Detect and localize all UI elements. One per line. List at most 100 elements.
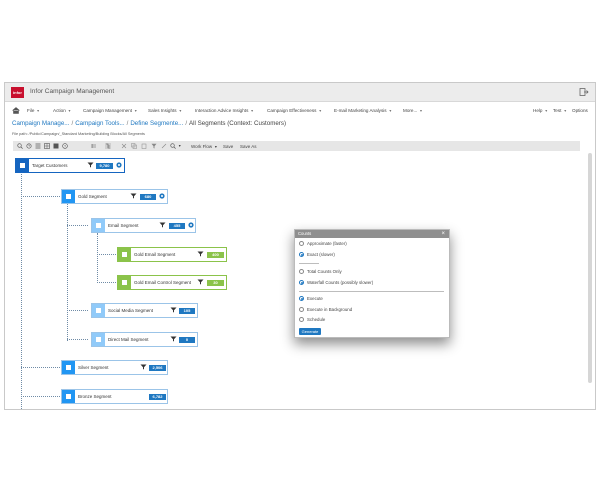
menu-test[interactable]: Test ▼ bbox=[553, 108, 567, 113]
gear-icon[interactable] bbox=[159, 193, 165, 199]
segment-node-gold-email[interactable]: Gold Email Segment 400 bbox=[117, 247, 227, 262]
radio-label: Execute in Background bbox=[307, 307, 353, 312]
save-as-button[interactable]: Save As bbox=[240, 144, 257, 149]
segment-label: Gold Segment bbox=[78, 194, 107, 199]
save-button[interactable]: Save bbox=[223, 144, 233, 149]
hierarchy-icon[interactable] bbox=[105, 143, 111, 149]
menu-action[interactable]: Action ▼ bbox=[53, 108, 71, 113]
menu-action-label: Action bbox=[53, 108, 66, 113]
segment-tile bbox=[118, 276, 131, 289]
tree-connector bbox=[97, 233, 98, 283]
menu-options[interactable]: Options bbox=[572, 108, 588, 113]
funnel-icon[interactable] bbox=[170, 307, 177, 313]
segment-node-social-media[interactable]: Social Media Segment 105 bbox=[91, 303, 198, 318]
menu-more-label: More... bbox=[403, 108, 418, 113]
segment-count-badge: 30 bbox=[207, 279, 224, 286]
radio-circle bbox=[299, 240, 304, 246]
vertical-scrollbar[interactable] bbox=[588, 153, 592, 383]
list-icon[interactable] bbox=[35, 143, 41, 149]
infor-logo: infor bbox=[11, 87, 24, 98]
menu-interaction-advice-insights[interactable]: Interaction Advice Insights ▼ bbox=[195, 108, 254, 113]
segment-node-direct-mail[interactable]: Direct Mail Segment 0 bbox=[91, 332, 198, 347]
funnel-icon[interactable] bbox=[170, 336, 177, 342]
segment-node-bronze[interactable]: Bronze Segment 6,782 bbox=[61, 389, 168, 404]
filter-icon[interactable] bbox=[151, 143, 157, 149]
radio-schedule[interactable]: Schedule bbox=[299, 316, 325, 322]
search-icon[interactable] bbox=[17, 143, 23, 149]
segment-label: Gold Email Segment bbox=[134, 252, 176, 257]
segment-tile bbox=[92, 304, 105, 317]
segment-label: Bronze Segment bbox=[78, 394, 112, 399]
workflow-label: Work Flow bbox=[191, 143, 213, 149]
tree-connector bbox=[97, 282, 116, 283]
gear-icon[interactable] bbox=[188, 222, 194, 228]
segment-count-badge: 455 bbox=[169, 222, 185, 229]
segment-count-badge: 2,506 bbox=[149, 364, 166, 371]
home-icon[interactable] bbox=[12, 107, 20, 114]
radio-approximate[interactable]: Approximate (faster) bbox=[299, 240, 347, 246]
logout-icon[interactable] bbox=[579, 87, 589, 97]
segment-tile bbox=[92, 333, 105, 346]
segment-count-badge: 680 bbox=[140, 193, 156, 200]
tree-connector bbox=[67, 339, 88, 340]
breadcrumb-link-define-segmente[interactable]: Define Segmente... bbox=[130, 120, 183, 127]
funnel-icon[interactable] bbox=[197, 251, 204, 257]
zoom-icon[interactable] bbox=[170, 143, 176, 149]
segment-tile bbox=[62, 361, 75, 374]
gear-icon[interactable] bbox=[116, 162, 122, 168]
funnel-icon[interactable] bbox=[130, 193, 137, 199]
table-icon[interactable] bbox=[53, 143, 59, 149]
menu-help[interactable]: Help ▼ bbox=[533, 108, 548, 113]
radio-exact[interactable]: Exact (slower) bbox=[299, 251, 335, 257]
segment-node-email[interactable]: Email Segment 455 bbox=[91, 218, 196, 233]
menu-campaign-effectiveness-label: Campaign Effectiveness bbox=[267, 108, 317, 113]
funnel-icon[interactable] bbox=[197, 279, 204, 285]
breadcrumb-link-campaign-tools[interactable]: Campaign Tools... bbox=[75, 120, 124, 127]
tree-connector bbox=[21, 396, 60, 397]
segment-tile bbox=[16, 159, 29, 172]
menu-more[interactable]: More... ▼ bbox=[403, 108, 423, 113]
radio-execute[interactable]: Execute bbox=[299, 295, 323, 301]
segment-label: Direct Mail Segment bbox=[108, 337, 149, 342]
chevron-down-icon: ▼ bbox=[214, 144, 218, 149]
paste-icon[interactable] bbox=[141, 143, 147, 149]
segment-node-gold[interactable]: Gold Segment 680 bbox=[61, 189, 168, 204]
menu-campaign-management[interactable]: Campaign Management ▼ bbox=[83, 108, 138, 113]
segment-label: Social Media Segment bbox=[108, 308, 154, 313]
radio-execute-background[interactable]: Execute in Background bbox=[299, 306, 353, 312]
copy-icon[interactable] bbox=[131, 143, 137, 149]
tree-connector bbox=[97, 254, 116, 255]
counts-dialog: Counts × Approximate (faster) Exact (slo… bbox=[294, 229, 450, 338]
menu-bar: File ▼ Action ▼ Campaign Management ▼ Sales… bbox=[5, 105, 595, 117]
close-icon[interactable]: × bbox=[441, 230, 445, 238]
menu-email-marketing-analysis[interactable]: E-mail Marketing Analysis ▼ bbox=[334, 108, 392, 113]
segment-node-target-customers[interactable]: Target Customers 9,780 bbox=[15, 158, 125, 173]
segment-node-gold-email-control[interactable]: Gold Email Control Segment 30 bbox=[117, 275, 227, 290]
generate-button[interactable]: Generate bbox=[299, 328, 321, 335]
radio-total-counts[interactable]: Total Counts Only bbox=[299, 268, 342, 274]
funnel-icon[interactable] bbox=[87, 162, 94, 168]
menu-file[interactable]: File ▼ bbox=[27, 108, 40, 113]
refresh-icon[interactable] bbox=[26, 143, 32, 149]
segment-count-badge: 0 bbox=[179, 336, 195, 343]
link-icon[interactable] bbox=[161, 143, 167, 149]
grid-icon[interactable] bbox=[44, 143, 50, 149]
funnel-icon[interactable] bbox=[159, 222, 166, 228]
breadcrumb: Campaign Manage... / Campaign Tools... / Def… bbox=[12, 120, 286, 127]
breadcrumb-link-campaign-manage[interactable]: Campaign Manage... bbox=[12, 120, 69, 127]
help-icon[interactable]: ? bbox=[62, 143, 68, 149]
segment-label: Email Segment bbox=[108, 223, 139, 228]
tree-view-icon[interactable] bbox=[91, 143, 97, 149]
workflow-menu[interactable]: Work Flow ▼ bbox=[191, 144, 218, 149]
radio-waterfall-counts[interactable]: Waterfall Counts (possibly slower) bbox=[299, 279, 373, 285]
funnel-icon[interactable] bbox=[140, 364, 147, 370]
cut-icon[interactable] bbox=[121, 143, 127, 149]
segment-node-silver[interactable]: Silver Segment 2,506 bbox=[61, 360, 168, 375]
chevron-down-icon[interactable]: ▼ bbox=[178, 144, 181, 148]
menu-campaign-effectiveness[interactable]: Campaign Effectiveness ▼ bbox=[267, 108, 322, 113]
divider bbox=[299, 291, 444, 292]
radio-circle bbox=[299, 251, 304, 257]
dialog-header: Counts × bbox=[295, 230, 449, 238]
menu-sales-insights[interactable]: Sales Insights ▼ bbox=[148, 108, 182, 113]
radio-circle bbox=[299, 316, 304, 322]
